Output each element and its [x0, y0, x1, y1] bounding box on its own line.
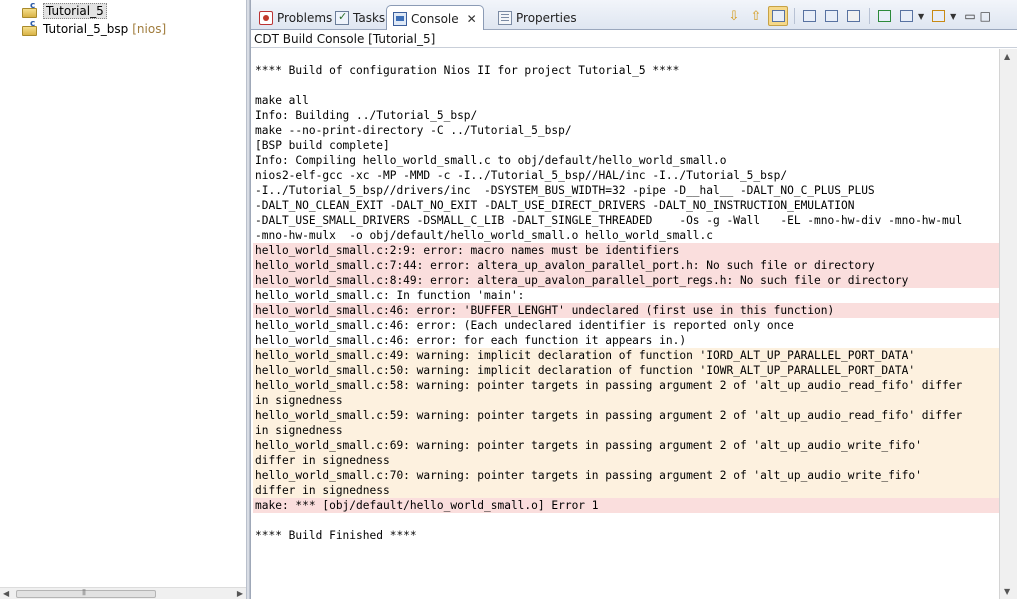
scroll-up-icon[interactable]: ▲ — [1004, 52, 1010, 61]
tree-item-label: Tutorial_5 — [43, 2, 107, 19]
horizontal-scrollbar[interactable]: ◀ ||| ▶ — [0, 587, 246, 599]
tab-properties[interactable]: Properties — [492, 5, 583, 30]
console-line: **** Build of configuration Nios II for … — [255, 64, 680, 77]
console-line: make all — [255, 94, 309, 107]
pin-console-icon[interactable] — [874, 6, 894, 26]
console-line: hello_world_small.c:46: error: (Each und… — [255, 319, 794, 332]
console-line: -DALT_USE_SMALL_DRIVERS -DSMALL_C_LIB -D… — [255, 214, 963, 227]
scroll-lock-icon[interactable] — [768, 6, 788, 26]
open-build-log-icon[interactable] — [821, 6, 841, 26]
console-line: nios2-elf-gcc -xc -MP -MMD -c -I../Tutor… — [255, 169, 788, 182]
tree-item-label: Tutorial_5_bsp — [43, 21, 129, 36]
tab-problems[interactable]: Problems — [253, 5, 338, 30]
project-explorer: c Tutorial_5 c Tutorial_5_bsp [nios] ◀ |… — [0, 0, 246, 599]
console-line: hello_world_small.c:70: warning: pointer… — [253, 468, 999, 483]
maximize-icon[interactable]: □ — [980, 9, 991, 23]
console-line: **** Build Finished **** — [255, 529, 417, 542]
console-icon — [393, 11, 407, 26]
tab-label: Problems — [277, 10, 333, 25]
tab-console[interactable]: Console ✕ — [386, 5, 484, 31]
console-line: differ in signedness — [253, 483, 999, 498]
console-line: -I../Tutorial_5_bsp//drivers/inc -DSYSTE… — [255, 184, 875, 197]
scroll-down-icon[interactable]: ▼ — [1004, 587, 1010, 596]
scroll-left-icon[interactable]: ◀ — [3, 589, 9, 598]
c-project-icon: c — [22, 1, 38, 18]
console-line: hello_world_small.c:46: error: for each … — [255, 334, 687, 347]
tree-item-suffix: [nios] — [132, 21, 167, 36]
console-line: in signedness — [253, 423, 999, 438]
next-error-icon[interactable]: ⇩ — [724, 6, 744, 26]
tab-tasks[interactable]: Tasks — [329, 5, 391, 30]
minimize-icon[interactable]: ▭ — [964, 9, 975, 23]
console-line: differ in signedness — [253, 453, 999, 468]
copy-build-log-icon[interactable] — [799, 6, 819, 26]
tasks-icon — [335, 10, 349, 25]
problems-icon — [259, 10, 273, 25]
console-title: CDT Build Console [Tutorial_5] — [251, 30, 1017, 48]
tab-label: Tasks — [353, 10, 386, 25]
chevron-down-icon[interactable]: ▼ — [950, 12, 956, 21]
console-line: -mno-hw-mulx -o obj/default/hello_world_… — [255, 229, 714, 242]
console-line: hello_world_small.c:58: warning: pointer… — [253, 378, 999, 393]
tree-item-tutorial-5[interactable]: c Tutorial_5 — [22, 1, 107, 19]
scrollbar-thumb[interactable] — [16, 590, 156, 598]
console-line: in signedness — [253, 393, 999, 408]
clear-console-icon[interactable] — [843, 6, 863, 26]
chevron-down-icon[interactable]: ▼ — [918, 12, 924, 21]
vertical-scrollbar[interactable]: ▲ ▼ — [999, 49, 1017, 599]
console-line: hello_world_small.c:2:9: error: macro na… — [253, 243, 999, 258]
console-line: hello_world_small.c:46: error: 'BUFFER_L… — [253, 303, 999, 318]
properties-icon — [498, 10, 512, 25]
console-line: hello_world_small.c:59: warning: pointer… — [253, 408, 999, 423]
scroll-right-icon[interactable]: ▶ — [237, 589, 243, 598]
console-line: [BSP build complete] — [255, 139, 390, 152]
console-line: Info: Compiling hello_world_small.c to o… — [255, 154, 727, 167]
c-project-icon: c — [22, 19, 38, 36]
open-console-icon[interactable] — [928, 6, 948, 26]
console-toolbar: ⇩ ⇧ ▼ ▼ ▭ □ — [724, 6, 991, 26]
grip-icon: ||| — [82, 589, 86, 596]
view-tabbar: Problems Tasks Console ✕ Properties ⇩ ⇧ — [251, 0, 1017, 31]
previous-error-icon[interactable]: ⇧ — [746, 6, 766, 26]
tree-item-tutorial-5-bsp[interactable]: c Tutorial_5_bsp [nios] — [22, 19, 167, 37]
console-line: -DALT_NO_CLEAN_EXIT -DALT_NO_EXIT -DALT_… — [255, 199, 855, 212]
console-line: hello_world_small.c:8:49: error: altera_… — [253, 273, 999, 288]
toolbar-separator — [869, 8, 870, 24]
tab-label: Console — [411, 11, 459, 26]
console-line: Info: Building ../Tutorial_5_bsp/ — [255, 109, 478, 122]
console-line: hello_world_small.c:49: warning: implici… — [253, 348, 999, 363]
display-console-icon[interactable] — [896, 6, 916, 26]
tab-label: Properties — [516, 10, 577, 25]
close-icon[interactable]: ✕ — [467, 12, 477, 26]
console-line: make: *** [obj/default/hello_world_small… — [253, 498, 999, 513]
console-line: hello_world_small.c:7:44: error: altera_… — [253, 258, 999, 273]
console-line: hello_world_small.c:69: warning: pointer… — [253, 438, 999, 453]
console-output[interactable]: **** Build of configuration Nios II for … — [253, 49, 999, 599]
console-line: hello_world_small.c:50: warning: implici… — [253, 363, 999, 378]
toolbar-separator — [794, 8, 795, 24]
console-view: Problems Tasks Console ✕ Properties ⇩ ⇧ — [250, 0, 1017, 599]
console-line: hello_world_small.c: In function 'main': — [255, 289, 525, 302]
console-line: make --no-print-directory -C ../Tutorial… — [255, 124, 572, 137]
console-lines: **** Build of configuration Nios II for … — [253, 63, 999, 543]
